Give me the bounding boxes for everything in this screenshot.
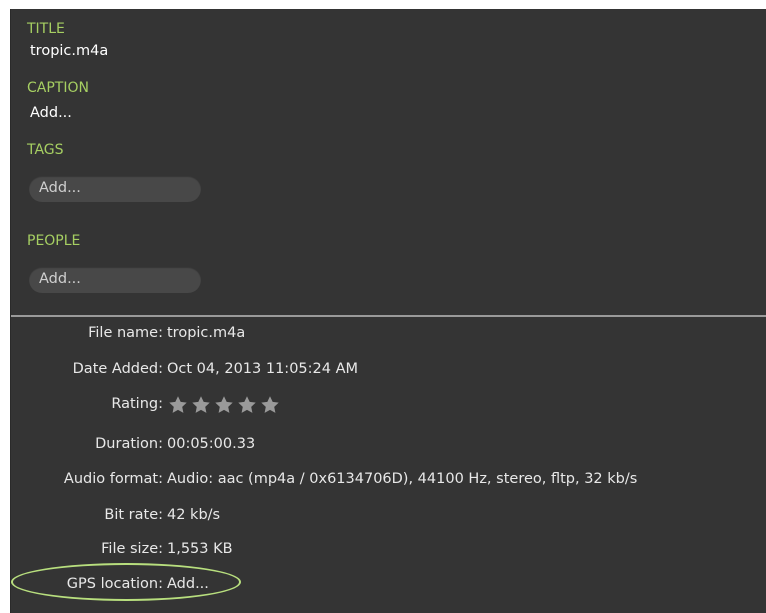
property-row-bit-rate: Bit rate: 42 kb/s xyxy=(11,507,766,529)
duration-value: 00:05:00.33 xyxy=(167,436,256,452)
property-row-duration: Duration: 00:05:00.33 xyxy=(11,436,766,458)
tags-label: TAGS xyxy=(27,142,64,158)
star-icon[interactable] xyxy=(167,394,189,416)
rating-key: Rating: xyxy=(111,396,163,412)
file-size-value: 1,553 KB xyxy=(167,541,233,557)
people-label: PEOPLE xyxy=(27,233,81,249)
people-input[interactable]: Add... xyxy=(29,267,201,293)
star-icon[interactable] xyxy=(259,394,281,416)
property-row-file-size: File size: 1,553 KB xyxy=(11,541,766,563)
star-icon[interactable] xyxy=(190,394,212,416)
star-icon[interactable] xyxy=(213,394,235,416)
date-added-value: Oct 04, 2013 11:05:24 AM xyxy=(167,361,359,377)
file-name-value: tropic.m4a xyxy=(167,325,246,341)
star-icon[interactable] xyxy=(236,394,258,416)
property-row-date-added: Date Added: Oct 04, 2013 11:05:24 AM xyxy=(11,361,766,383)
people-input-placeholder: Add... xyxy=(39,271,81,287)
metadata-panel: TITLE tropic.m4a CAPTION Add... TAGS Add… xyxy=(10,9,766,613)
caption-label: CAPTION xyxy=(27,80,89,96)
title-value[interactable]: tropic.m4a xyxy=(30,43,108,59)
duration-key: Duration: xyxy=(95,436,163,452)
tags-input-placeholder: Add... xyxy=(39,180,81,196)
bit-rate-key: Bit rate: xyxy=(104,507,163,523)
property-row-rating: Rating: xyxy=(11,396,766,418)
rating-stars[interactable] xyxy=(167,394,281,416)
title-label: TITLE xyxy=(27,21,65,37)
audio-format-value: Audio: aac (mp4a / 0x6134706D), 44100 Hz… xyxy=(167,471,638,487)
date-added-key: Date Added: xyxy=(72,361,163,377)
audio-format-key: Audio format: xyxy=(63,471,163,487)
caption-field[interactable]: Add... xyxy=(30,105,72,121)
bit-rate-value: 42 kb/s xyxy=(167,507,221,523)
tags-input[interactable]: Add... xyxy=(29,176,201,202)
file-name-key: File name: xyxy=(88,325,163,341)
file-size-key: File size: xyxy=(101,541,163,557)
property-row-audio-format: Audio format: Audio: aac (mp4a / 0x61347… xyxy=(11,471,766,493)
property-row-file-name: File name: tropic.m4a xyxy=(11,325,766,347)
section-divider xyxy=(11,315,766,317)
gps-highlight-ellipse xyxy=(11,563,241,601)
